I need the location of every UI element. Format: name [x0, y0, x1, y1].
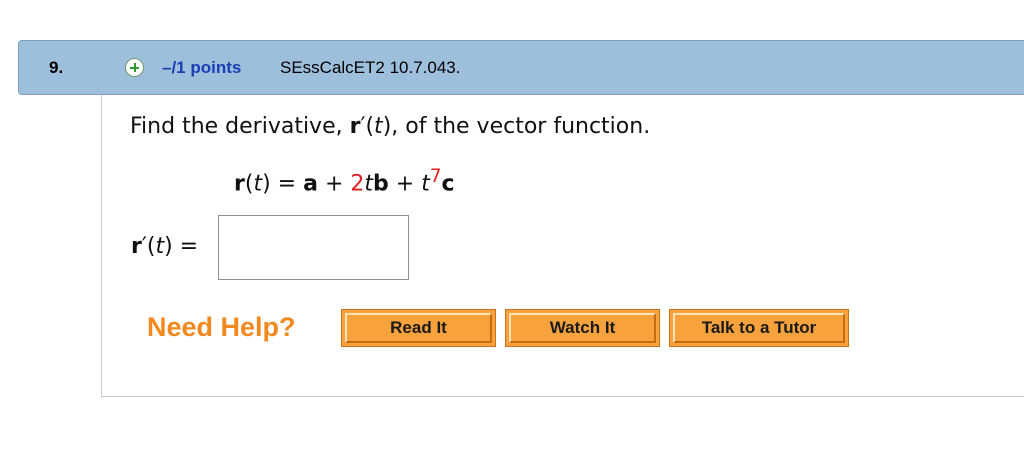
eq-c: c	[441, 171, 455, 197]
watch-it-label: Watch It	[509, 313, 656, 343]
answer-r: r	[131, 234, 142, 259]
need-help-label: Need Help?	[147, 312, 296, 342]
read-it-button[interactable]: Read It	[341, 309, 496, 347]
prompt-text-end: ), of the vector function.	[382, 114, 651, 139]
eq-coefficient: 2	[350, 171, 365, 197]
points-label: –/1 points	[162, 58, 242, 77]
eq-a: a	[303, 171, 318, 197]
eq-t: t	[364, 171, 374, 197]
eq-exponent: 7	[429, 166, 442, 187]
eq-plus: +	[317, 171, 351, 197]
talk-to-tutor-button[interactable]: Talk to a Tutor	[669, 309, 849, 347]
answer-prime: ′(	[141, 234, 156, 259]
eq-b: b	[373, 171, 389, 197]
prompt-prime: ′(	[360, 114, 375, 139]
vector-function-equation: r(t) = a + 2tb + t7c	[234, 166, 455, 196]
answer-label: r′(t) =	[131, 234, 198, 259]
answer-input[interactable]	[218, 215, 409, 280]
prompt-text: Find the derivative,	[130, 114, 350, 139]
prompt-r-symbol: r	[349, 114, 361, 139]
question-prompt: Find the derivative, r′(t), of the vecto…	[130, 114, 650, 139]
eq-t: t	[253, 171, 263, 197]
answer-equals: ) =	[164, 234, 199, 259]
question-id: SEssCalcET2 10.7.043.	[280, 58, 461, 77]
eq-r: r	[234, 171, 245, 197]
expand-plus-icon[interactable]	[125, 58, 144, 77]
read-it-label: Read It	[345, 313, 492, 343]
watch-it-button[interactable]: Watch It	[505, 309, 660, 347]
question-number: 9.	[49, 58, 64, 77]
eq-plus: +	[388, 171, 422, 197]
answer-t: t	[155, 234, 165, 259]
eq-t: t	[421, 171, 430, 197]
question-header: 9. –/1 points SEssCalcET2 10.7.043.	[18, 40, 1024, 95]
talk-to-tutor-label: Talk to a Tutor	[673, 313, 845, 343]
eq-equals: ) =	[262, 171, 304, 197]
prompt-t: t	[374, 114, 383, 139]
